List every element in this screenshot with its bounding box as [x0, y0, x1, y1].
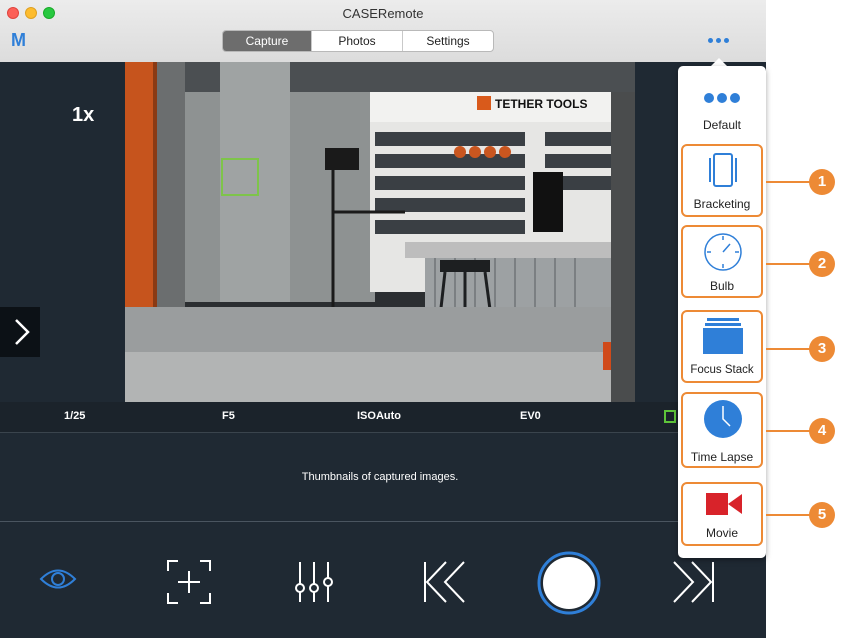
exposure-compensation[interactable]: EV0 — [520, 410, 541, 422]
live-view-image[interactable]: TETHER TOOLS — [125, 62, 635, 402]
aperture[interactable]: F5 — [222, 410, 235, 422]
three-dots-icon — [704, 93, 740, 103]
menu-item-bulb-label: Bulb — [709, 279, 735, 293]
skip-forward-icon[interactable] — [672, 560, 716, 604]
callout-leader-3 — [766, 348, 810, 350]
next-image-button[interactable] — [0, 307, 40, 357]
iso[interactable]: ISOAuto — [357, 410, 401, 422]
bottom-toolbar — [0, 522, 766, 638]
shutter-icon[interactable] — [536, 550, 602, 616]
chevron-right-icon — [15, 319, 30, 345]
callout-badge-2: 2 — [809, 251, 835, 277]
app-window: CASERemote M Capture Photos Settings 1x — [0, 0, 766, 638]
exposure-bar: 1/25 F5 ISOAuto EV0 — [0, 402, 766, 433]
tab-photos[interactable]: Photos — [312, 31, 403, 51]
callout-badge-1: 1 — [809, 169, 835, 195]
menu-item-movie-label: Movie — [705, 526, 738, 540]
menu-item-time-lapse[interactable]: Time Lapse — [681, 392, 763, 468]
menu-item-focus-stack-label: Focus Stack — [690, 364, 754, 376]
focus-point-box[interactable] — [221, 158, 259, 196]
menu-item-focus-stack[interactable]: Focus Stack — [681, 310, 763, 383]
rewind-icon[interactable] — [422, 560, 466, 604]
focus-icon[interactable] — [166, 559, 212, 605]
thumbnail-placeholder: Thumbnails of captured images. — [301, 471, 459, 483]
menu-item-movie[interactable]: Movie — [681, 482, 763, 546]
more-options-button[interactable] — [708, 38, 729, 43]
battery-icon — [664, 410, 676, 423]
menu-item-bracketing[interactable]: Bracketing — [681, 144, 763, 217]
callout-badge-5: 5 — [809, 502, 835, 528]
sliders-icon[interactable] — [294, 560, 334, 604]
shutter-speed[interactable]: 1/25 — [64, 410, 85, 422]
tab-settings[interactable]: Settings — [403, 31, 493, 51]
eye-icon[interactable] — [38, 564, 78, 594]
menu-item-default-label: Default — [702, 118, 742, 132]
title-bar: CASERemote M Capture Photos Settings — [0, 0, 766, 63]
movie-camera-icon — [706, 493, 742, 515]
menu-item-time-lapse-label: Time Lapse — [690, 450, 754, 464]
clock-icon — [704, 400, 742, 438]
menu-item-bracketing-label: Bracketing — [693, 197, 751, 211]
tab-bar: Capture Photos Settings — [222, 30, 494, 52]
callout-badge-4: 4 — [809, 418, 835, 444]
zoom-level: 1x — [72, 104, 95, 126]
store-scene: TETHER TOOLS — [125, 62, 635, 402]
thumbnail-strip[interactable]: Thumbnails of captured images. — [0, 433, 766, 522]
menu-item-default[interactable]: Default — [681, 78, 763, 140]
callout-leader-1 — [766, 181, 810, 183]
dial-icon — [704, 233, 742, 271]
menu-item-bulb[interactable]: Bulb — [681, 225, 763, 298]
callout-leader-2 — [766, 263, 810, 265]
window-title: CASERemote — [342, 6, 424, 21]
capture-mode-menu: Default Bracketing Bulb Focus Stack Time… — [678, 66, 766, 558]
callout-badge-3: 3 — [809, 336, 835, 362]
callout-leader-5 — [766, 514, 810, 516]
bracketing-icon — [709, 153, 737, 187]
sign-text: TETHER TOOLS — [495, 97, 587, 111]
focus-stack-icon — [703, 318, 743, 354]
callout-leader-4 — [766, 430, 810, 432]
tab-capture[interactable]: Capture — [223, 31, 312, 51]
app-logo: M — [11, 30, 26, 50]
